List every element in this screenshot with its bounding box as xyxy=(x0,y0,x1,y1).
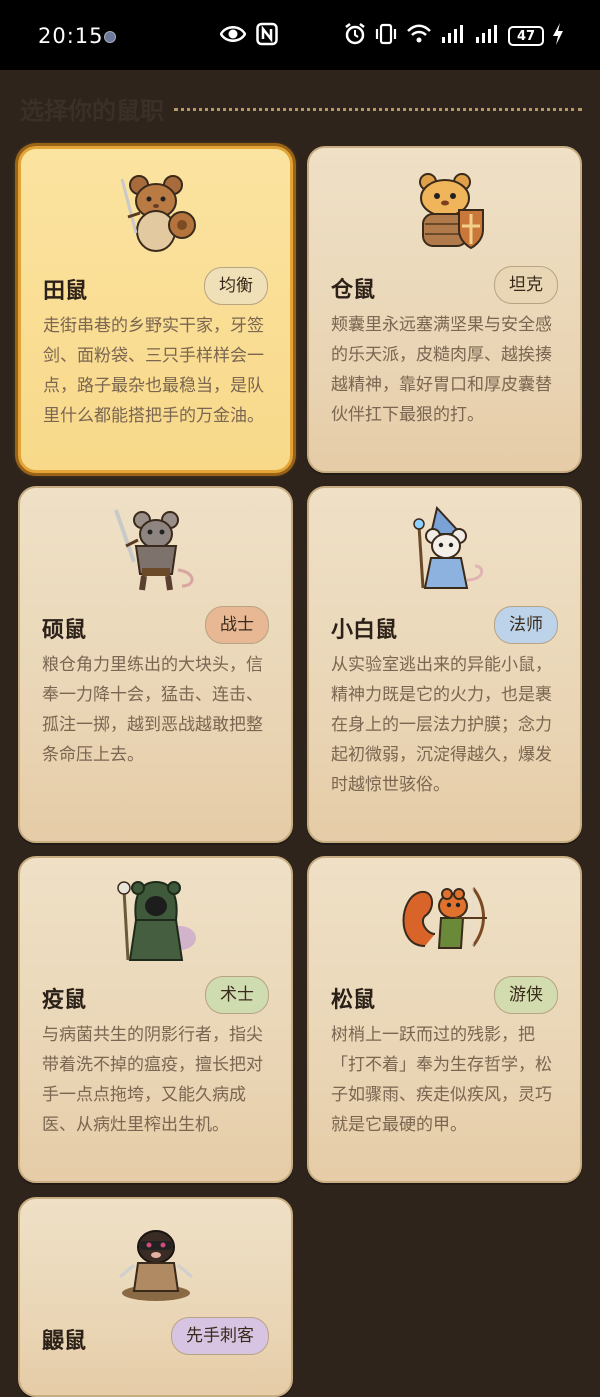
class-name: 田鼠 xyxy=(43,279,88,304)
class-description: 粮仓角力里练出的大块头，信奉一力降十会，猛击、连击、孤注一掷，越到恶战越敢把整条… xyxy=(42,655,263,765)
class-card[interactable]: 松鼠 游侠 树梢上一跃而过的残影，把「打不着」奉为生存哲学，松子如骤雨、疾走似疾… xyxy=(307,856,582,1183)
class-card[interactable]: 小白鼠 法师 从实验室逃出来的异能小鼠，精神力既是它的火力，也是裹在身上的一层法… xyxy=(307,486,582,843)
class-card[interactable]: 鼹鼠 先手刺客 xyxy=(18,1197,293,1397)
field-mouse-swordsman-icon xyxy=(106,167,206,253)
notification-dot-icon xyxy=(104,31,116,43)
class-tag-badge: 先手刺客 xyxy=(171,1317,269,1355)
class-tag-badge: 游侠 xyxy=(494,976,558,1014)
status-bar: 20:15 47 xyxy=(0,0,600,70)
vibrate-icon xyxy=(374,22,398,50)
class-card[interactable]: 硕鼠 战士 粮仓角力里练出的大块头，信奉一力降十会，猛击、连击、孤注一掷，越到恶… xyxy=(18,486,293,843)
class-description: 从实验室逃出来的异能小鼠，精神力既是它的火力，也是裹在身上的一层法力护膜；念力起… xyxy=(331,655,552,795)
class-card[interactable]: 疫鼠 术士 与病菌共生的阴影行者，指尖带着洗不掉的瘟疫，擅长把对手一点点拖垮，又… xyxy=(18,856,293,1183)
battery-indicator: 47 xyxy=(508,26,544,46)
plague-rat-warlock-icon xyxy=(106,876,206,962)
class-name: 仓鼠 xyxy=(331,278,376,303)
alarm-icon xyxy=(344,22,366,50)
class-name: 松鼠 xyxy=(331,988,376,1013)
signal-icon xyxy=(440,22,466,50)
class-description: 树梢上一跃而过的残影，把「打不着」奉为生存哲学，松子如骤雨、疾走似疾风，灵巧就是… xyxy=(331,1025,552,1135)
class-tag-badge: 坦克 xyxy=(494,266,558,304)
squirrel-ranger-icon xyxy=(395,876,495,962)
class-card[interactable]: 仓鼠 坦克 颊囊里永远塞满坚果与安全感的乐天派，皮糙肉厚、越挨揍越精神，靠好胃口… xyxy=(307,146,582,473)
class-selection-screen: 选择你的鼠职 田鼠 均衡 走街串巷的乡野实干家，牙签剑、面粉袋、三只手样样会一点… xyxy=(0,70,600,1397)
class-description: 走街串巷的乡野实干家，牙签剑、面粉袋、三只手样样会一点，路子最杂也最稳当，是队里… xyxy=(43,316,264,426)
class-name: 鼹鼠 xyxy=(42,1329,87,1354)
eye-icon xyxy=(219,22,247,50)
class-name: 硕鼠 xyxy=(42,618,87,643)
class-tag-badge: 术士 xyxy=(205,976,269,1014)
divider xyxy=(174,107,582,111)
section-header: 选择你的鼠职 xyxy=(20,90,582,126)
class-tag-badge: 均衡 xyxy=(204,267,268,305)
class-tag-badge: 法师 xyxy=(494,606,558,644)
class-description: 与病菌共生的阴影行者，指尖带着洗不掉的瘟疫，擅长把对手一点点拖垮，又能久病成医、… xyxy=(42,1025,263,1135)
page-title: 选择你的鼠职 xyxy=(20,96,164,125)
big-rat-warrior-icon xyxy=(106,506,206,592)
class-name: 疫鼠 xyxy=(42,988,87,1013)
status-time: 20:15 xyxy=(38,24,104,48)
white-mouse-mage-icon xyxy=(395,505,495,592)
hamster-knight-icon xyxy=(395,166,495,252)
charging-icon xyxy=(552,22,564,50)
wifi-icon xyxy=(406,22,432,50)
class-tag-badge: 战士 xyxy=(205,606,269,644)
class-description: 颊囊里永远塞满坚果与安全感的乐天派，皮糙肉厚、越挨揍越精神，靠好胃口和厚皮囊替伙… xyxy=(331,315,552,425)
signal-icon xyxy=(474,22,500,50)
mole-assassin-icon xyxy=(106,1217,206,1303)
class-card[interactable]: 田鼠 均衡 走街串巷的乡野实干家，牙签剑、面粉袋、三只手样样会一点，路子最杂也最… xyxy=(18,146,293,473)
nfc-icon xyxy=(256,22,278,50)
class-name: 小白鼠 xyxy=(331,618,398,643)
